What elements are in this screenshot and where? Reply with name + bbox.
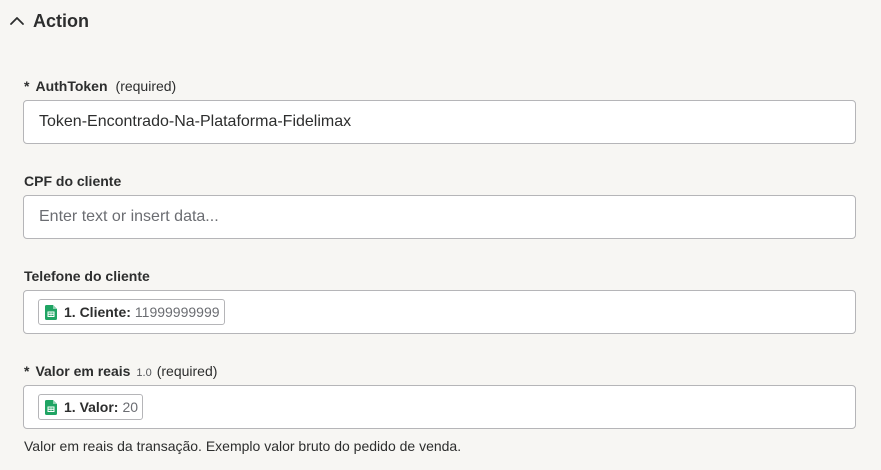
valor-label: * Valor em reais 1.0 (required) [24,363,217,379]
data-pill-valor[interactable]: 1. Valor: 20 [38,394,144,420]
required-text: (required) [115,78,177,94]
required-text: (required) [156,363,218,379]
authtoken-value: Token-Encontrado-Na-Plataforma-Fidelimax [39,113,352,130]
cpf-label-text: CPF do cliente [24,173,122,189]
valor-field[interactable]: 1. Valor: 20 [23,385,856,429]
chevron-up-icon [8,12,26,30]
google-sheets-icon [45,304,57,320]
valor-label-text: Valor em reais [35,363,131,379]
valor-help-text: Valor em reais da transação. Exemplo val… [24,438,462,454]
google-sheets-icon [45,399,57,415]
pill-key: 1. Cliente: [64,304,131,320]
telefone-label: Telefone do cliente [24,268,150,284]
section-title: Action [33,10,89,31]
pill-value: 11999999999 [134,304,220,320]
pill-key: 1. Valor: [64,399,119,415]
data-pill-cliente[interactable]: 1. Cliente: 11999999999 [38,299,225,325]
authtoken-label: * AuthToken (required) [24,78,176,94]
pill-value: 20 [122,399,139,415]
telefone-field[interactable]: 1. Cliente: 11999999999 [23,290,856,334]
telefone-label-text: Telefone do cliente [24,268,150,284]
required-mark: * [24,78,30,94]
required-mark: * [24,363,30,379]
authtoken-field[interactable]: Token-Encontrado-Na-Plataforma-Fidelimax [23,100,856,144]
cpf-field[interactable]: Enter text or insert data... [23,195,856,239]
authtoken-label-text: AuthToken [35,78,108,94]
cpf-placeholder: Enter text or insert data... [39,208,219,225]
cpf-label: CPF do cliente [24,173,121,189]
action-section-toggle[interactable]: Action [8,6,89,36]
type-hint: 1.0 [136,367,152,379]
